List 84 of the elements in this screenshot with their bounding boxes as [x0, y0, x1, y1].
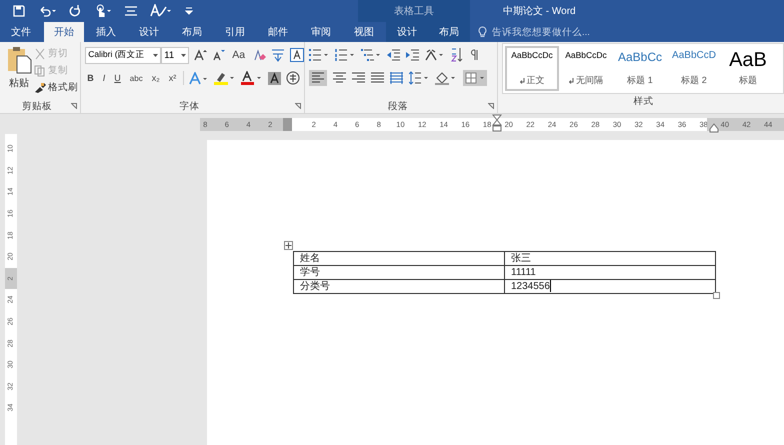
align-right-icon[interactable] — [352, 72, 366, 84]
multilevel-list-icon[interactable] — [361, 49, 382, 61]
dialog-launcher-icon[interactable] — [488, 103, 494, 109]
move-handle-icon[interactable] — [284, 241, 293, 250]
ribbon-tab[interactable]: 开始 — [44, 22, 84, 42]
format-painter-icon — [34, 82, 46, 94]
format-button[interactable]: B — [85, 73, 96, 83]
paragraph-mark-icon — [520, 78, 524, 84]
save-icon[interactable] — [13, 5, 25, 17]
clipboard-icon — [6, 46, 32, 74]
window-title: 中期论文 - Word — [503, 4, 576, 18]
shrink-font-icon[interactable] — [212, 49, 226, 61]
clipboard-button[interactable]: 格式刷 — [34, 80, 78, 95]
show-marks-icon[interactable] — [469, 49, 480, 61]
justify-icon[interactable] — [371, 72, 384, 84]
lines-icon[interactable] — [125, 6, 137, 16]
ribbon-tab[interactable]: 邮件 — [262, 22, 294, 42]
ribbon-tab[interactable]: 设计 — [386, 22, 428, 42]
shading-icon[interactable] — [435, 71, 458, 85]
bullets-icon[interactable] — [309, 49, 330, 61]
group-label: 剪贴板 — [22, 100, 52, 112]
customize-icon[interactable] — [185, 7, 193, 15]
highlighter-icon[interactable] — [214, 71, 236, 85]
redo-icon[interactable] — [69, 5, 81, 17]
font-name-field[interactable]: Calibri (西文正 — [85, 46, 162, 64]
ribbon-tab[interactable]: 引用 — [219, 22, 251, 42]
phonetic-guide-icon[interactable] — [271, 48, 286, 62]
enclosed-character-icon[interactable] — [286, 71, 300, 85]
font-color-icon[interactable] — [241, 71, 264, 85]
paste-button[interactable]: 粘贴 — [0, 46, 34, 99]
font-size-field[interactable]: 11 — [161, 46, 190, 64]
group-label: 段落 — [388, 100, 408, 112]
clear-formatting-icon[interactable] — [252, 48, 266, 62]
center-icon[interactable] — [333, 72, 346, 84]
table-cell[interactable]: 11111 — [504, 266, 716, 280]
change-case-button[interactable]: Aa — [230, 49, 248, 61]
format-button[interactable]: abc — [128, 74, 145, 82]
contextual-tab-group: 表格工具 — [358, 0, 470, 22]
tell-me-field[interactable]: 告诉我您想要做什么... — [478, 22, 590, 42]
group-label: 样式 — [634, 94, 654, 108]
table-cell[interactable]: 分类号 — [294, 280, 504, 294]
indent-marker[interactable] — [709, 122, 719, 132]
character-shading-icon[interactable] — [268, 72, 282, 84]
format-button[interactable]: x² — [166, 73, 178, 83]
format-button[interactable]: x₂ — [150, 73, 162, 83]
undo-icon[interactable] — [38, 5, 56, 17]
table-cell[interactable]: 姓名 — [294, 252, 504, 266]
ribbon-tab[interactable]: 布局 — [176, 22, 208, 42]
format-button[interactable]: I — [100, 73, 108, 83]
dialog-launcher-icon[interactable] — [71, 103, 78, 109]
ribbon-tab[interactable]: 设计 — [133, 22, 165, 42]
sort-icon[interactable] — [451, 48, 464, 62]
text-effects-icon[interactable] — [189, 72, 210, 84]
table-cell[interactable]: 学号 — [294, 266, 504, 280]
margin-marker[interactable] — [283, 118, 292, 130]
scissors-icon — [34, 48, 46, 60]
dropdown-icon — [153, 54, 158, 56]
paragraph-mark-icon — [569, 78, 574, 84]
ribbon-tab[interactable]: 布局 — [428, 22, 470, 42]
ribbon-tab[interactable]: 审阅 — [305, 22, 337, 42]
grow-font-icon[interactable] — [194, 49, 208, 61]
format-button[interactable]: U — [112, 73, 123, 83]
resize-handle[interactable] — [713, 292, 720, 299]
copy-icon — [34, 64, 46, 76]
ribbon-tab[interactable]: 视图 — [348, 22, 380, 42]
group-label: 字体 — [179, 100, 200, 112]
ribbon-tab[interactable]: 插入 — [90, 22, 122, 42]
spelling-icon[interactable] — [150, 4, 172, 18]
table-cell[interactable]: 1234556 — [504, 280, 716, 294]
borders-icon[interactable] — [463, 70, 488, 86]
numbering-icon[interactable] — [335, 49, 356, 61]
increase-indent-icon[interactable] — [406, 49, 420, 61]
align-left-icon[interactable] — [309, 70, 328, 86]
distributed-icon[interactable] — [390, 72, 404, 84]
dialog-launcher-icon[interactable] — [295, 103, 302, 109]
table-cell[interactable]: 张三 — [504, 252, 716, 266]
line-spacing-icon[interactable] — [409, 71, 430, 85]
ribbon-tab[interactable]: 文件 — [5, 22, 37, 42]
decrease-indent-icon[interactable] — [387, 49, 400, 61]
character-border-icon[interactable] — [290, 48, 304, 62]
lightbulb-icon — [478, 26, 487, 38]
dropdown-icon — [181, 54, 186, 56]
style-gallery-item[interactable]: AaBbCcDc 正文 — [505, 46, 559, 91]
touch-icon[interactable] — [94, 4, 112, 18]
